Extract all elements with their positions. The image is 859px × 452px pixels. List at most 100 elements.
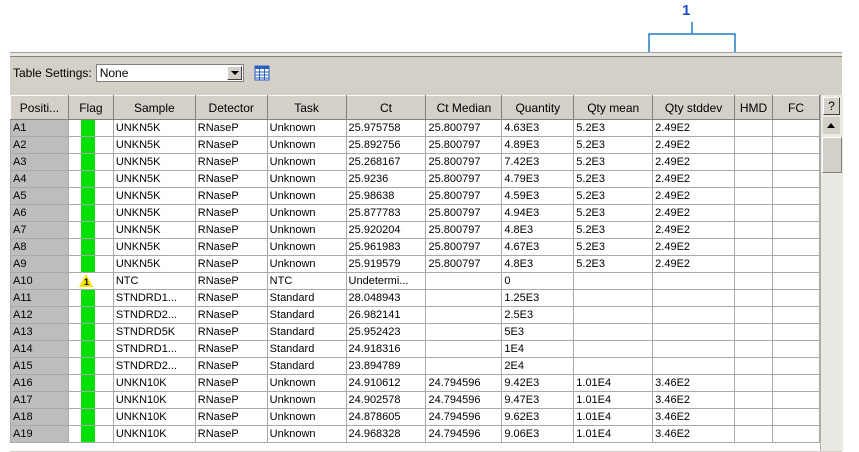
column-header-position[interactable]: Positi... xyxy=(10,95,69,120)
cell-sample[interactable]: UNKN5K xyxy=(112,153,196,171)
cell-sample[interactable]: STNDRD2... xyxy=(112,306,196,324)
column-header-fc[interactable]: FC xyxy=(772,95,820,120)
cell-quantity[interactable]: 1E4 xyxy=(501,340,575,358)
column-header-hmd[interactable]: HMD xyxy=(734,95,774,120)
cell-quantity[interactable]: 4.89E3 xyxy=(501,136,575,154)
column-header-flag[interactable]: Flag xyxy=(67,95,114,120)
cell-hmd[interactable] xyxy=(734,272,774,290)
cell-ct[interactable]: 24.910612 xyxy=(345,374,427,392)
cell-qty-mean[interactable]: 1.01E4 xyxy=(573,408,654,426)
cell-position[interactable]: A11 xyxy=(10,289,69,307)
cell-qty-stddev[interactable] xyxy=(652,340,736,358)
table-row[interactable]: A13 STNDRD5K RNaseP Standard 25.952423 5E3 xyxy=(10,323,820,341)
cell-qty-stddev[interactable]: 2.49E2 xyxy=(652,238,736,256)
cell-detector[interactable]: RNaseP xyxy=(194,340,268,358)
cell-ct[interactable]: 24.918316 xyxy=(345,340,427,358)
cell-ct[interactable]: 25.268167 xyxy=(345,153,427,171)
cell-fc[interactable] xyxy=(772,289,820,307)
cell-qty-mean[interactable]: 5.2E3 xyxy=(573,187,654,205)
table-row[interactable]: A16 UNKN10K RNaseP Unknown 24.910612 24.79459… xyxy=(10,374,820,392)
cell-detector[interactable]: RNaseP xyxy=(194,408,268,426)
cell-ct[interactable]: 25.919579 xyxy=(345,255,427,273)
cell-qty-stddev[interactable]: 2.49E2 xyxy=(652,136,736,154)
cell-fc[interactable] xyxy=(772,425,820,443)
cell-flag[interactable] xyxy=(67,238,114,256)
cell-sample[interactable]: STNDRD2... xyxy=(112,357,196,375)
column-header-ct-median[interactable]: Ct Median xyxy=(425,95,503,120)
cell-position[interactable]: A13 xyxy=(10,323,69,341)
cell-flag[interactable] xyxy=(67,221,114,239)
cell-fc[interactable] xyxy=(772,119,820,137)
cell-ct-median[interactable] xyxy=(425,289,503,307)
cell-quantity[interactable]: 4.63E3 xyxy=(501,119,575,137)
cell-qty-mean[interactable] xyxy=(573,306,654,324)
cell-position[interactable]: A16 xyxy=(10,374,69,392)
cell-flag[interactable] xyxy=(67,306,114,324)
cell-flag[interactable] xyxy=(67,357,114,375)
cell-position[interactable]: A2 xyxy=(10,136,69,154)
cell-position[interactable]: A1 xyxy=(10,119,69,137)
vertical-scrollbar[interactable]: ? xyxy=(820,95,843,451)
cell-qty-stddev[interactable]: 3.46E2 xyxy=(652,408,736,426)
cell-fc[interactable] xyxy=(772,408,820,426)
cell-qty-stddev[interactable]: 3.46E2 xyxy=(652,391,736,409)
cell-detector[interactable]: RNaseP xyxy=(194,272,268,290)
cell-task[interactable]: NTC xyxy=(266,272,347,290)
cell-flag[interactable] xyxy=(67,374,114,392)
cell-task[interactable]: Standard xyxy=(266,323,347,341)
cell-flag[interactable] xyxy=(67,408,114,426)
cell-qty-mean[interactable] xyxy=(573,289,654,307)
cell-qty-stddev[interactable] xyxy=(652,306,736,324)
table-row[interactable]: A12 STNDRD2... RNaseP Standard 26.982141 2.5E… xyxy=(10,306,820,324)
cell-ct[interactable]: 25.952423 xyxy=(345,323,427,341)
cell-qty-stddev[interactable]: 2.49E2 xyxy=(652,119,736,137)
cell-flag[interactable] xyxy=(67,323,114,341)
cell-detector[interactable]: RNaseP xyxy=(194,306,268,324)
cell-ct-median[interactable]: 25.800797 xyxy=(425,136,503,154)
cell-ct-median[interactable]: 25.800797 xyxy=(425,153,503,171)
cell-ct-median[interactable] xyxy=(425,323,503,341)
cell-fc[interactable] xyxy=(772,357,820,375)
cell-qty-stddev[interactable]: 3.46E2 xyxy=(652,425,736,443)
cell-ct[interactable]: 25.961983 xyxy=(345,238,427,256)
cell-sample[interactable]: UNKN5K xyxy=(112,255,196,273)
cell-qty-stddev[interactable]: 2.49E2 xyxy=(652,255,736,273)
cell-ct[interactable]: Undetermi... xyxy=(345,272,427,290)
cell-qty-mean[interactable]: 5.2E3 xyxy=(573,170,654,188)
cell-quantity[interactable]: 4.94E3 xyxy=(501,204,575,222)
cell-sample[interactable]: UNKN5K xyxy=(112,221,196,239)
cell-qty-mean[interactable]: 5.2E3 xyxy=(573,238,654,256)
cell-quantity[interactable]: 0 xyxy=(501,272,575,290)
cell-fc[interactable] xyxy=(772,187,820,205)
cell-position[interactable]: A14 xyxy=(10,340,69,358)
cell-qty-stddev[interactable]: 2.49E2 xyxy=(652,153,736,171)
cell-flag[interactable] xyxy=(67,170,114,188)
cell-fc[interactable] xyxy=(772,136,820,154)
cell-task[interactable]: Standard xyxy=(266,357,347,375)
cell-flag[interactable] xyxy=(67,204,114,222)
cell-ct-median[interactable]: 25.800797 xyxy=(425,204,503,222)
cell-position[interactable]: A5 xyxy=(10,187,69,205)
cell-qty-mean[interactable]: 1.01E4 xyxy=(573,391,654,409)
cell-ct[interactable]: 25.877783 xyxy=(345,204,427,222)
cell-sample[interactable]: UNKN10K xyxy=(112,374,196,392)
table-row[interactable]: A15 STNDRD2... RNaseP Standard 23.894789 2E4 xyxy=(10,357,820,375)
cell-task[interactable]: Unknown xyxy=(266,221,347,239)
column-header-quantity[interactable]: Quantity xyxy=(501,95,575,120)
cell-task[interactable]: Unknown xyxy=(266,425,347,443)
cell-ct[interactable]: 28.048943 xyxy=(345,289,427,307)
cell-quantity[interactable]: 9.62E3 xyxy=(501,408,575,426)
cell-ct-median[interactable]: 25.800797 xyxy=(425,221,503,239)
cell-detector[interactable]: RNaseP xyxy=(194,204,268,222)
column-header-sample[interactable]: Sample xyxy=(112,95,196,120)
cell-quantity[interactable]: 2.5E3 xyxy=(501,306,575,324)
cell-position[interactable]: A18 xyxy=(10,408,69,426)
table-row[interactable]: A2 UNKN5K RNaseP Unknown 25.892756 25.800797 4… xyxy=(10,136,820,154)
cell-ct[interactable]: 23.894789 xyxy=(345,357,427,375)
cell-fc[interactable] xyxy=(772,170,820,188)
cell-flag[interactable] xyxy=(67,340,114,358)
cell-fc[interactable] xyxy=(772,374,820,392)
cell-ct-median[interactable]: 25.800797 xyxy=(425,255,503,273)
cell-ct-median[interactable]: 25.800797 xyxy=(425,170,503,188)
cell-fc[interactable] xyxy=(772,272,820,290)
